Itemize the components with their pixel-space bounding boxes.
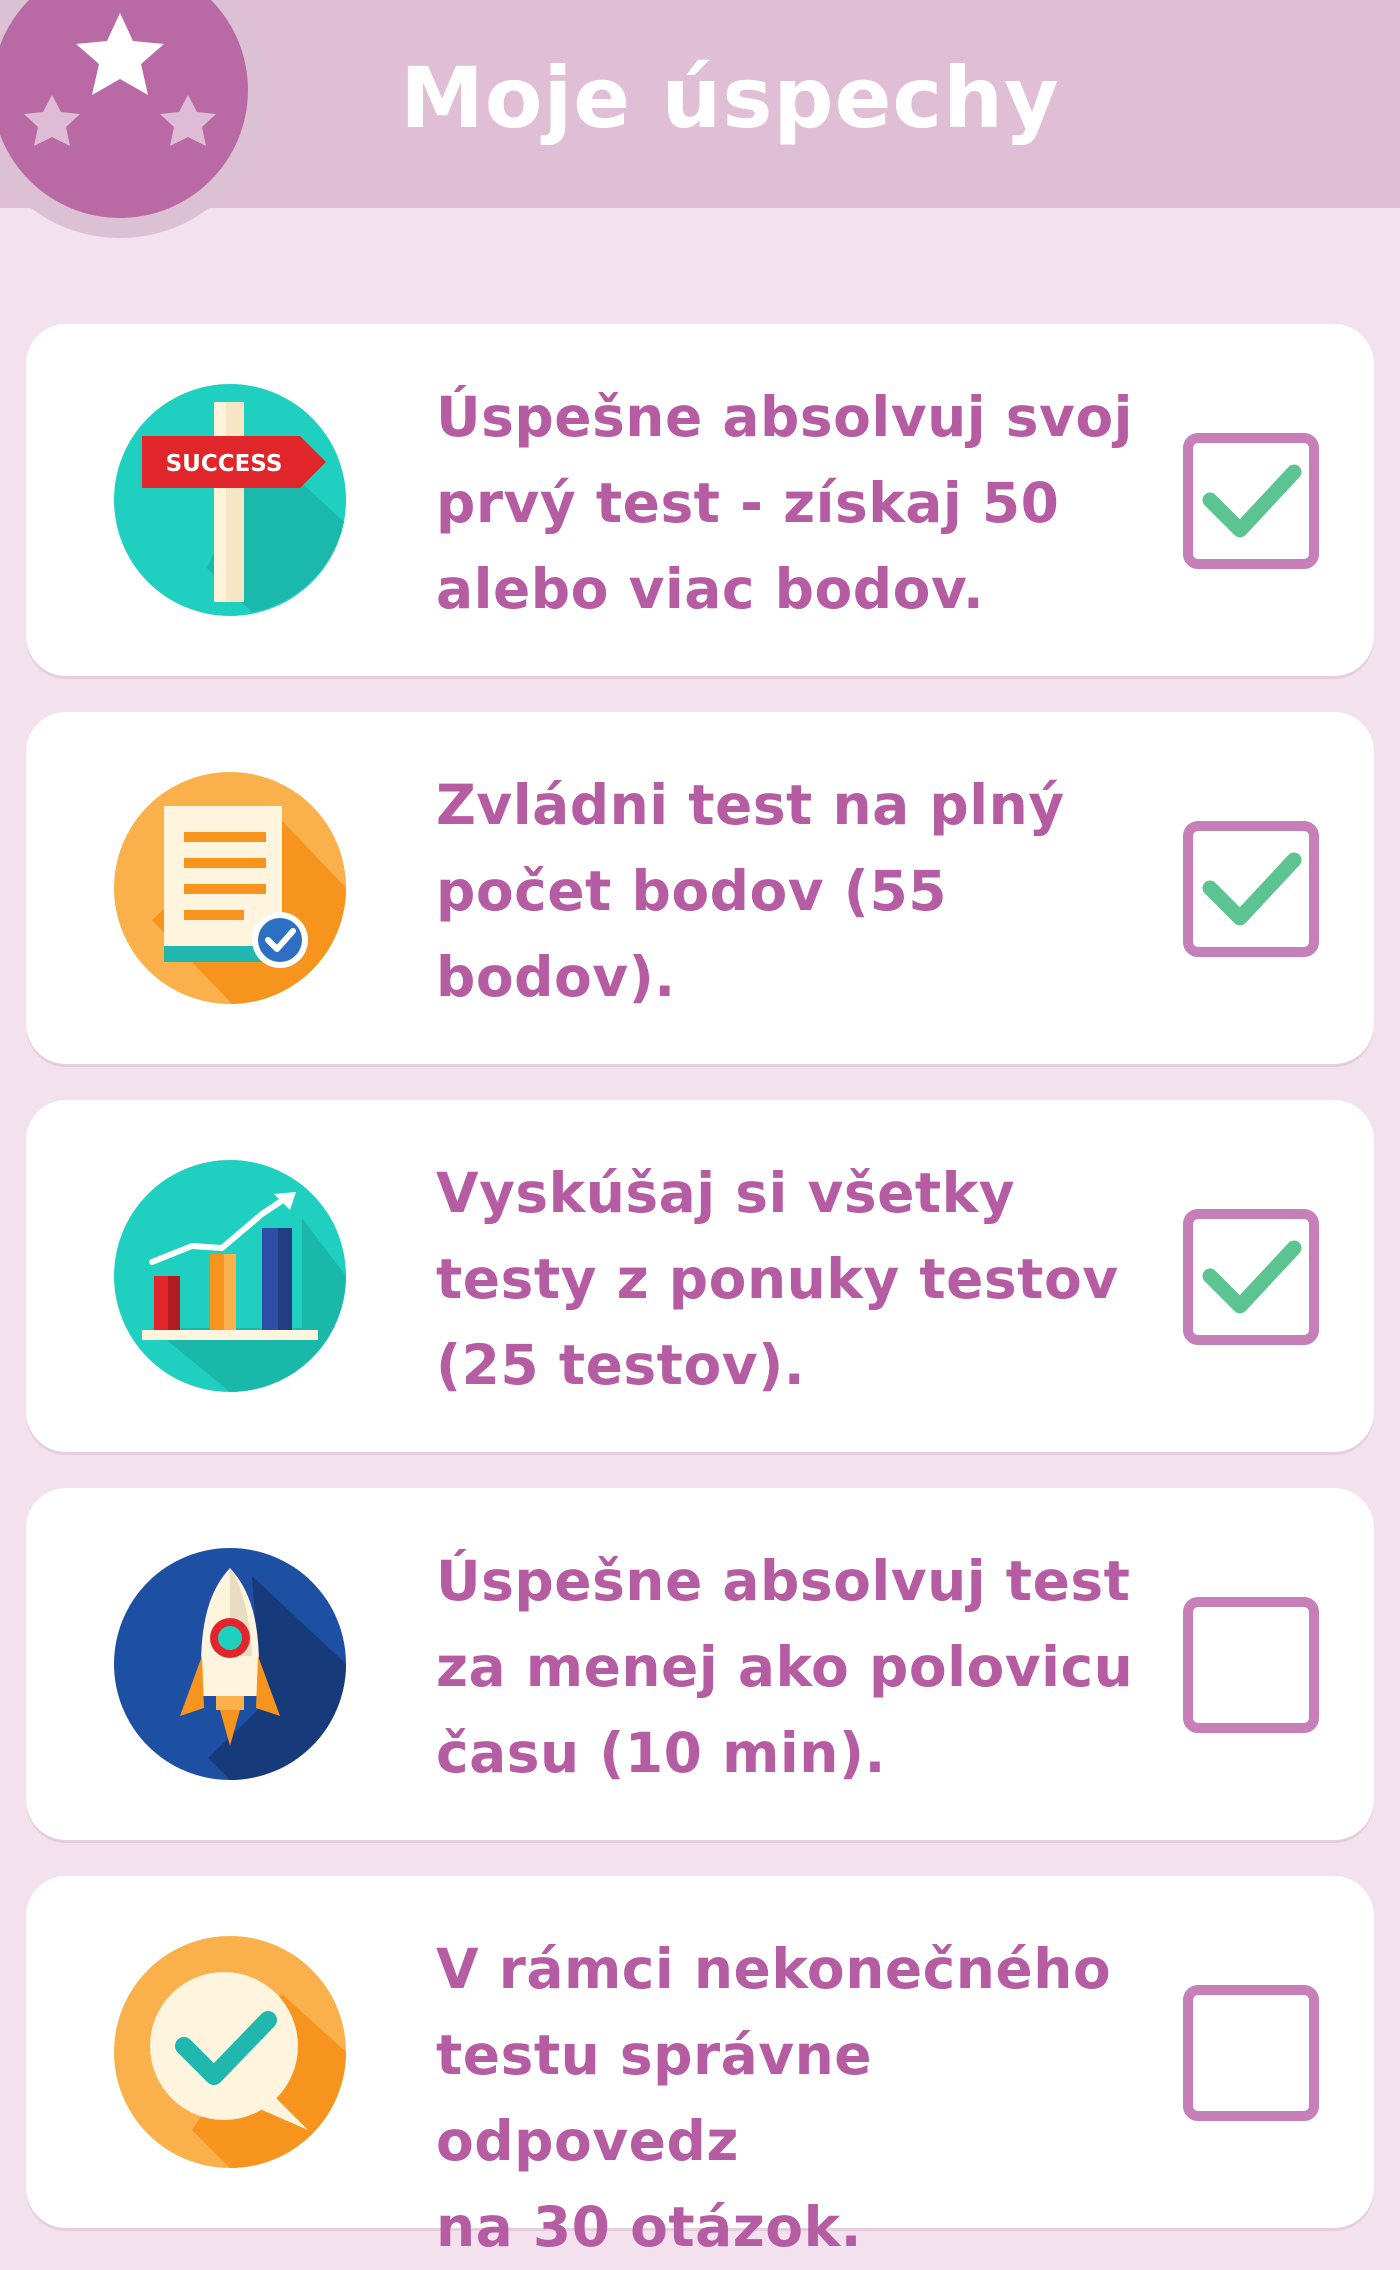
checkbox-unchecked[interactable] [1182,1596,1320,1734]
checkbox-checked[interactable] [1182,1208,1320,1346]
speech-bubble-check-icon [114,1936,346,2168]
growth-chart-icon [114,1160,346,1392]
achievement-text: Zvládni test na plný počet bodov (55 bod… [436,773,1065,1009]
achievement-text: Vyskúšaj si všetky testy z ponuky testov… [436,1161,1119,1397]
achievement-card: Úspešne absolvuj test za menej ako polov… [26,1488,1374,1840]
rocket-icon [114,1548,346,1780]
checkbox-checked[interactable] [1182,820,1320,958]
achievement-card: Vyskúšaj si všetky testy z ponuky testov… [26,1100,1374,1452]
achievement-text: Úspešne absolvuj svoj prvý test - získaj… [436,385,1134,621]
success-signpost-icon: SUCCESS [114,384,346,616]
achievement-card: SUCCESS Úspešne absolvuj svoj prvý test … [26,324,1374,676]
achievement-card: V rámci nekonečného testu správne odpove… [26,1876,1374,2259]
document-check-icon [114,772,346,1004]
checkbox-unchecked[interactable] [1182,1984,1320,2122]
svg-text:SUCCESS: SUCCESS [166,451,283,477]
achievement-card: Zvládni test na plný počet bodov (55 bod… [26,712,1374,1064]
page-title: Moje úspechy [400,49,1060,147]
achievement-text: V rámci nekonečného testu správne odpove… [436,1937,1112,2259]
stars-badge-icon [0,0,268,238]
checkbox-checked[interactable] [1182,432,1320,570]
achievement-text: Úspešne absolvuj test za menej ako polov… [436,1549,1134,1785]
